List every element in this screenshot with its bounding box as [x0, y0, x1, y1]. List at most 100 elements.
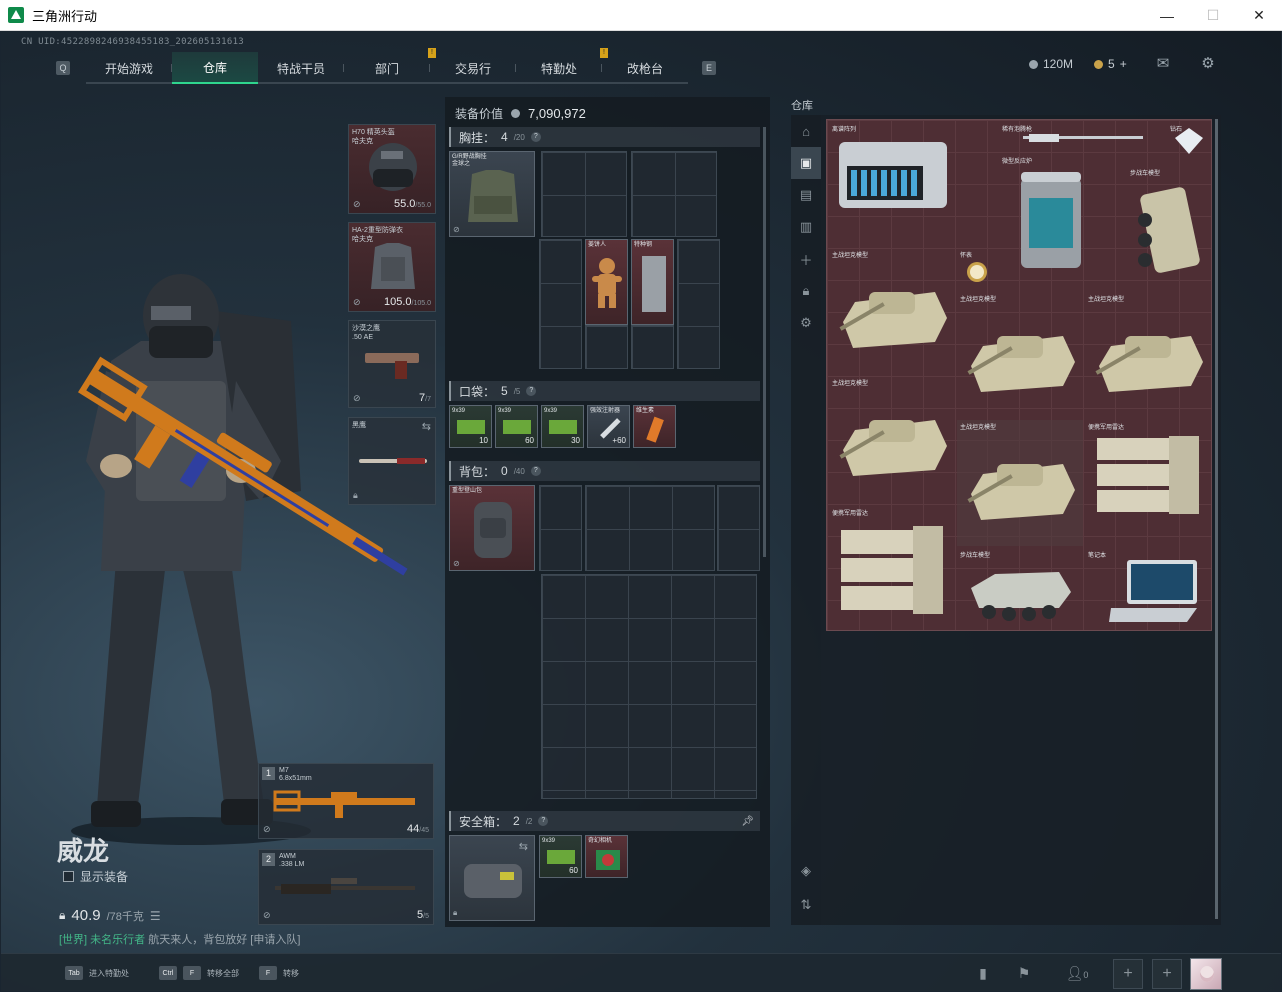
warehouse-scrollbar[interactable]	[1215, 119, 1218, 919]
help-icon[interactable]: ?	[538, 816, 549, 826]
swap-icon[interactable]: ⇆	[519, 840, 528, 853]
chest-rig-grid[interactable]	[541, 151, 627, 237]
hint-transfer[interactable]: F 转移	[259, 966, 299, 980]
warehouse-item[interactable]: 微型反应炉	[999, 154, 1099, 280]
gear-icon[interactable]: ⚙	[1199, 55, 1217, 73]
helmet-icon	[369, 143, 417, 191]
warehouse-item[interactable]: 主战坦克模型	[957, 292, 1083, 418]
backpack-item[interactable]: 重型登山包 ⊘	[449, 485, 535, 571]
pistol-slot[interactable]: 沙漠之鹰 .50 AE ⊘ 7/7	[348, 320, 436, 408]
safebox-container[interactable]: ⇆ 🔒︎	[449, 835, 535, 921]
tab-start-game[interactable]: 开始游戏	[86, 52, 172, 84]
stats-icon[interactable]: ▮	[972, 962, 994, 984]
key-cap: F	[259, 966, 277, 980]
chest-rig-grid[interactable]	[585, 325, 628, 369]
warehouse-item[interactable]: 笔记本	[1085, 548, 1211, 628]
add-tab-icon[interactable]: ＋	[791, 243, 821, 275]
list-icon[interactable]: ☰	[150, 909, 161, 923]
melee-slot[interactable]: 黑鹰 ⇆ 🔒︎	[348, 417, 436, 505]
warehouse-all-icon[interactable]: ⌂	[791, 115, 821, 147]
tab-operators[interactable]: 特战干员	[258, 52, 344, 84]
friends-icon[interactable]: 👤︎0	[1061, 962, 1093, 984]
warehouse-item[interactable]: 便携军用雷达	[829, 506, 955, 626]
add-currency-button[interactable]: +	[1120, 57, 1127, 71]
maximize-button[interactable]: ☐	[1190, 0, 1236, 31]
warehouse-item[interactable]: 主战坦克模型	[829, 248, 955, 374]
mail-icon[interactable]: ✉	[1154, 55, 1172, 73]
swap-icon[interactable]: ⇆	[422, 420, 431, 433]
warehouse-item[interactable]: 怀表	[957, 248, 997, 288]
add-teammate-button[interactable]: +	[1113, 959, 1143, 989]
camera-item[interactable]: 奇幻相机	[585, 835, 628, 878]
item-name: 主战坦克模型	[960, 297, 997, 303]
layers-icon[interactable]: ◈	[791, 855, 821, 887]
backpack-grid[interactable]	[541, 574, 757, 799]
primary-weapon-slot[interactable]: 1 M7 6.8x51mm ⊘ 44/45	[258, 763, 434, 839]
warehouse-item[interactable]: 主战坦克模型	[957, 420, 1083, 546]
show-equipment-toggle[interactable]: 显示装备	[63, 868, 128, 885]
nav-prev-key[interactable]: Q	[56, 61, 70, 75]
chest-rig-grid[interactable]	[539, 239, 582, 369]
backpack-grid[interactable]	[585, 485, 715, 571]
section-label: 安全箱：	[459, 814, 508, 829]
help-icon[interactable]: ?	[530, 132, 541, 142]
weapon-ammo: 44	[407, 823, 420, 835]
help-icon[interactable]: ?	[526, 386, 537, 396]
vitamin-item[interactable]: 维生素	[633, 405, 676, 448]
warehouse-item[interactable]: 便携军用雷达	[1085, 420, 1211, 520]
chest-rig-grid[interactable]	[631, 325, 674, 369]
nav-next-key[interactable]: E	[702, 61, 716, 75]
tab-trade[interactable]: 交易行	[430, 52, 516, 84]
hint-transfer-all[interactable]: Ctrl F 转移全部	[159, 966, 239, 980]
pin-icon[interactable]: 📌︎	[741, 816, 754, 827]
settings-icon[interactable]: ⚙	[791, 307, 821, 339]
warehouse-item[interactable]: 主战坦克模型	[829, 376, 955, 502]
ammo-box-item[interactable]: 9x39 30	[541, 405, 584, 448]
chat-join-link[interactable]: [申请入队]	[250, 934, 300, 946]
minimize-button[interactable]: —	[1144, 0, 1190, 31]
tab-special-ops[interactable]: 特勤处!	[516, 48, 608, 84]
ammo-box-item[interactable]: 9x39 60	[539, 835, 582, 878]
section-label: 口袋：	[459, 384, 496, 399]
ammo-box-item[interactable]: 9x39 10	[449, 405, 492, 448]
gingerbread-item[interactable]: 姜饼人	[585, 239, 628, 325]
warehouse-tab-icon[interactable]: ▥	[791, 211, 821, 243]
warehouse-item[interactable]: 步战车模型	[1127, 166, 1211, 280]
warehouse-item[interactable]: 离谱阵列	[829, 122, 955, 218]
chest-rig-item[interactable]: G/R野战胸挂 金球之 ⊘	[449, 151, 535, 237]
tab-warehouse[interactable]: 仓库	[172, 52, 258, 84]
injector-item[interactable]: 强效注射器 +60	[587, 405, 630, 448]
flag-icon[interactable]: ⚑	[1013, 962, 1035, 984]
backpack-grid[interactable]	[539, 485, 582, 571]
currency-primary[interactable]: 120M	[1029, 57, 1073, 71]
warehouse-tab-icon[interactable]: ▤	[791, 179, 821, 211]
item-sub: 金球之	[452, 161, 471, 167]
sort-icon[interactable]: ⇅	[791, 889, 821, 921]
close-button[interactable]: ✕	[1236, 0, 1282, 31]
backpack-grid[interactable]	[717, 485, 760, 571]
currency-secondary[interactable]: 5 +	[1094, 57, 1127, 71]
add-teammate-button[interactable]: +	[1152, 959, 1182, 989]
warehouse-item[interactable]: 钻石	[1167, 122, 1211, 166]
help-icon[interactable]: ?	[530, 466, 541, 476]
helmet-slot[interactable]: H70 精英头盔 哈夫克 ⊘ 55.0/55.0	[348, 124, 436, 214]
tab-gunsmith[interactable]: 改枪台	[602, 52, 688, 84]
item-count: 60	[569, 866, 578, 875]
warehouse-collection-icon[interactable]: ▣	[791, 147, 821, 179]
checkbox[interactable]	[63, 871, 74, 882]
chest-rig-grid[interactable]	[631, 151, 717, 237]
special-steel-item[interactable]: 特种钢	[631, 239, 674, 325]
armor-slot[interactable]: HA-2重型防弹衣 哈夫克 ⊘ 105.0/105.0	[348, 222, 436, 312]
tab-department[interactable]: 部门!	[344, 48, 436, 84]
chest-rig-grid[interactable]	[677, 239, 720, 369]
warehouse-item[interactable]: 稀有泡腾枪	[999, 122, 1149, 152]
equipment-scrollbar[interactable]	[763, 127, 766, 557]
avatar[interactable]	[1190, 958, 1222, 990]
armor-icon	[371, 243, 415, 289]
warehouse-item[interactable]: 步战车模型	[957, 548, 1083, 628]
hint-enter-special-ops[interactable]: Tab 进入特勤处	[65, 966, 129, 980]
lock-icon[interactable]: 🔒︎	[791, 275, 821, 307]
warehouse-item[interactable]: 主战坦克模型	[1085, 292, 1211, 418]
secondary-weapon-slot[interactable]: 2 AWM .338 LM ⊘ 5/5	[258, 849, 434, 925]
ammo-box-item[interactable]: 9x39 60	[495, 405, 538, 448]
